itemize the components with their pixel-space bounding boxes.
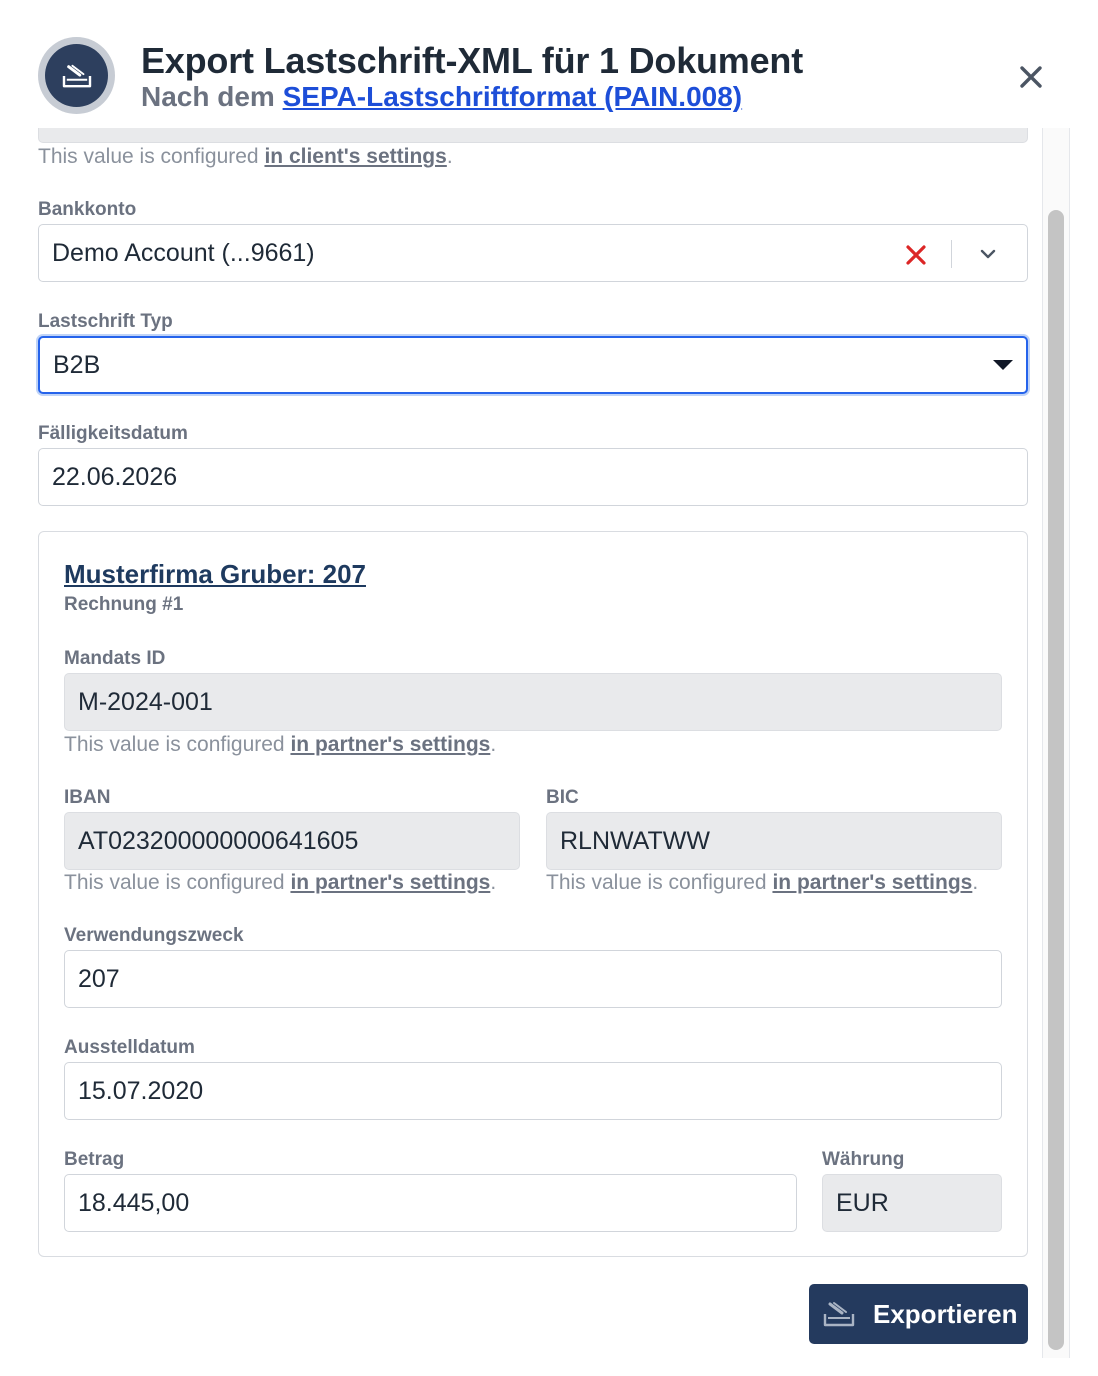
partner-settings-link[interactable]: in partner's settings [290, 871, 490, 894]
verwendungszweck-input[interactable]: 207 [64, 950, 1002, 1008]
betrag-label: Betrag [64, 1149, 125, 1170]
faelligkeitsdatum-input[interactable]: 22.06.2026 [38, 448, 1028, 506]
caret-down-icon[interactable] [993, 360, 1013, 370]
export-modal: This value is configured in client's set… [0, 0, 1098, 1376]
faelligkeitsdatum-label: Fälligkeitsdatum [38, 423, 188, 444]
modal-header: Export Lastschrift-XML für 1 Dokument Na… [0, 0, 1098, 128]
export-button-label: Exportieren [873, 1298, 1018, 1329]
chevron-down-icon[interactable] [974, 240, 1002, 268]
select-separator [951, 240, 952, 268]
partner-settings-link[interactable]: in partner's settings [772, 871, 972, 894]
modal-subtitle: Nach dem SEPA-Lastschriftformat (PAIN.00… [141, 81, 743, 112]
direct-debit-icon [821, 1299, 857, 1329]
lastschrift-typ-select[interactable]: B2B [38, 336, 1028, 394]
client-settings-link[interactable]: in client's settings [264, 145, 446, 168]
bankkonto-value: Demo Account (...9661) [52, 238, 315, 267]
betrag-input[interactable]: 18.445,00 [64, 1174, 797, 1232]
bic-label: BIC [546, 787, 579, 808]
direct-debit-icon [38, 37, 115, 114]
scrollbar-thumb[interactable] [1048, 210, 1064, 1350]
lastschrift-typ-label: Lastschrift Typ [38, 311, 173, 332]
iban-label: IBAN [64, 787, 111, 808]
export-button[interactable]: Exportieren [809, 1284, 1028, 1344]
ausstelldatum-label: Ausstelldatum [64, 1037, 195, 1058]
bankkonto-label: Bankkonto [38, 199, 137, 220]
iban-field: AT023200000000641605 [64, 812, 520, 870]
ausstelldatum-input[interactable]: 15.07.2020 [64, 1062, 1002, 1120]
partner-settings-link[interactable]: in partner's settings [290, 733, 490, 756]
client-setting-field [38, 128, 1028, 143]
mandats-id-label: Mandats ID [64, 648, 166, 669]
verwendungszweck-label: Verwendungszweck [64, 925, 244, 946]
lastschrift-typ-value: B2B [53, 350, 101, 379]
clear-x-icon[interactable] [901, 240, 931, 270]
close-icon[interactable] [1012, 58, 1050, 96]
document-subtitle: Rechnung #1 [64, 594, 184, 615]
bic-field: RLNWATWW [546, 812, 1002, 870]
iban-hint: This value is configured in partner's se… [64, 871, 497, 894]
waehrung-label: Währung [822, 1149, 905, 1170]
document-title-link[interactable]: Musterfirma Gruber: 207 [64, 559, 366, 590]
bic-hint: This value is configured in partner's se… [546, 871, 979, 894]
bankkonto-select[interactable]: Demo Account (...9661) [38, 224, 1028, 282]
client-settings-hint: This value is configured in client's set… [38, 145, 453, 168]
modal-title: Export Lastschrift-XML für 1 Dokument [141, 40, 804, 81]
sepa-format-link[interactable]: SEPA-Lastschriftformat (PAIN.008) [283, 81, 743, 112]
mandats-id-field: M-2024-001 [64, 673, 1002, 731]
waehrung-field: EUR [822, 1174, 1002, 1232]
mandats-id-hint: This value is configured in partner's se… [64, 733, 497, 756]
